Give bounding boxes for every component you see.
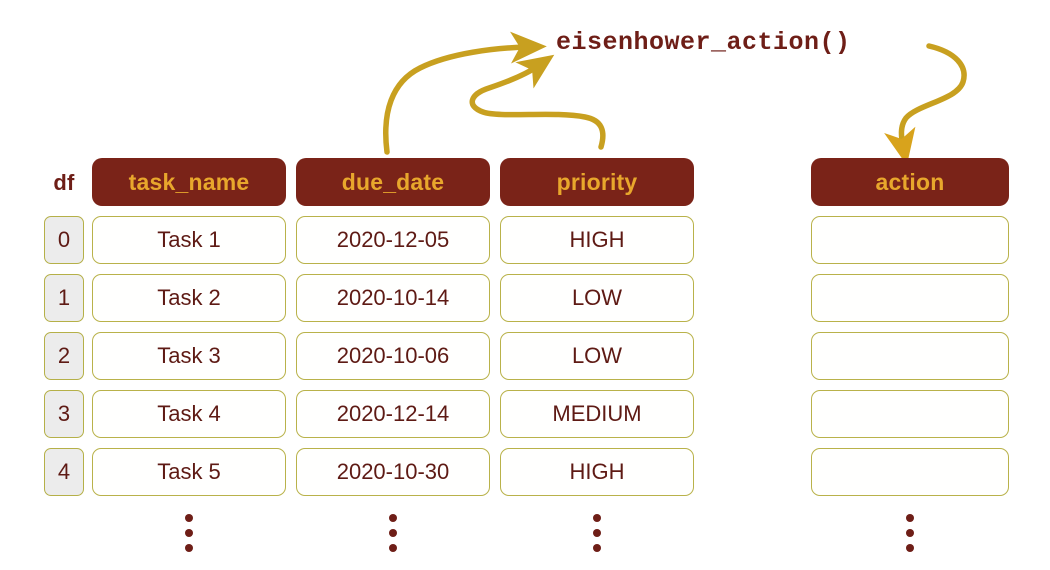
column-header-priority[interactable]: priority xyxy=(500,158,694,206)
cell-due-date[interactable]: 2020-10-06 xyxy=(296,332,490,380)
cell-due-date[interactable]: 2020-12-14 xyxy=(296,390,490,438)
cell-action[interactable] xyxy=(811,448,1009,496)
column-header-action[interactable]: action xyxy=(811,158,1009,206)
vertical-ellipsis-icon xyxy=(92,506,286,552)
arrow-function-to-action xyxy=(884,43,967,166)
arrow-task-name-to-function xyxy=(383,31,547,155)
cell-priority[interactable]: MEDIUM xyxy=(500,390,694,438)
cell-action[interactable] xyxy=(811,332,1009,380)
cell-task-name[interactable]: Task 3 xyxy=(92,332,286,380)
dataframe-apply-diagram: eisenhower_action() df task_name due_dat… xyxy=(0,0,1050,570)
arrow-priority-to-function xyxy=(469,54,606,150)
vertical-ellipsis-icon xyxy=(296,506,490,552)
source-header-row: task_name due_date priority xyxy=(44,158,694,206)
cell-due-date[interactable]: 2020-10-30 xyxy=(296,448,490,496)
cell-task-name[interactable]: Task 5 xyxy=(92,448,286,496)
table-row xyxy=(811,216,1009,264)
table-row: 2 Task 3 2020-10-06 LOW xyxy=(44,332,694,380)
cell-action[interactable] xyxy=(811,274,1009,322)
cell-task-name[interactable]: Task 1 xyxy=(92,216,286,264)
table-row xyxy=(811,274,1009,322)
cell-priority[interactable]: LOW xyxy=(500,332,694,380)
cell-priority[interactable]: LOW xyxy=(500,274,694,322)
row-index: 2 xyxy=(44,332,84,380)
cell-due-date[interactable]: 2020-10-14 xyxy=(296,274,490,322)
table-row: 4 Task 5 2020-10-30 HIGH xyxy=(44,448,694,496)
column-header-task-name[interactable]: task_name xyxy=(92,158,286,206)
table-row xyxy=(811,448,1009,496)
index-gutter-spacer xyxy=(44,158,84,206)
row-index: 3 xyxy=(44,390,84,438)
row-index: 0 xyxy=(44,216,84,264)
function-label: eisenhower_action() xyxy=(556,28,851,57)
table-row xyxy=(811,390,1009,438)
table-row: 1 Task 2 2020-10-14 LOW xyxy=(44,274,694,322)
vertical-ellipsis-icon xyxy=(811,506,1009,552)
table-row xyxy=(811,332,1009,380)
result-truncation-row xyxy=(811,506,1009,552)
column-header-due-date[interactable]: due_date xyxy=(296,158,490,206)
cell-priority[interactable]: HIGH xyxy=(500,216,694,264)
cell-task-name[interactable]: Task 2 xyxy=(92,274,286,322)
result-action-table: action xyxy=(811,158,1009,552)
source-truncation-row xyxy=(44,506,694,552)
cell-action[interactable] xyxy=(811,390,1009,438)
vertical-ellipsis-icon xyxy=(500,506,694,552)
cell-due-date[interactable]: 2020-12-05 xyxy=(296,216,490,264)
cell-task-name[interactable]: Task 4 xyxy=(92,390,286,438)
cell-priority[interactable]: HIGH xyxy=(500,448,694,496)
row-index: 1 xyxy=(44,274,84,322)
source-dataframe-table: task_name due_date priority 0 Task 1 202… xyxy=(44,158,694,552)
cell-action[interactable] xyxy=(811,216,1009,264)
row-index: 4 xyxy=(44,448,84,496)
result-header-row: action xyxy=(811,158,1009,206)
table-row: 3 Task 4 2020-12-14 MEDIUM xyxy=(44,390,694,438)
table-row: 0 Task 1 2020-12-05 HIGH xyxy=(44,216,694,264)
